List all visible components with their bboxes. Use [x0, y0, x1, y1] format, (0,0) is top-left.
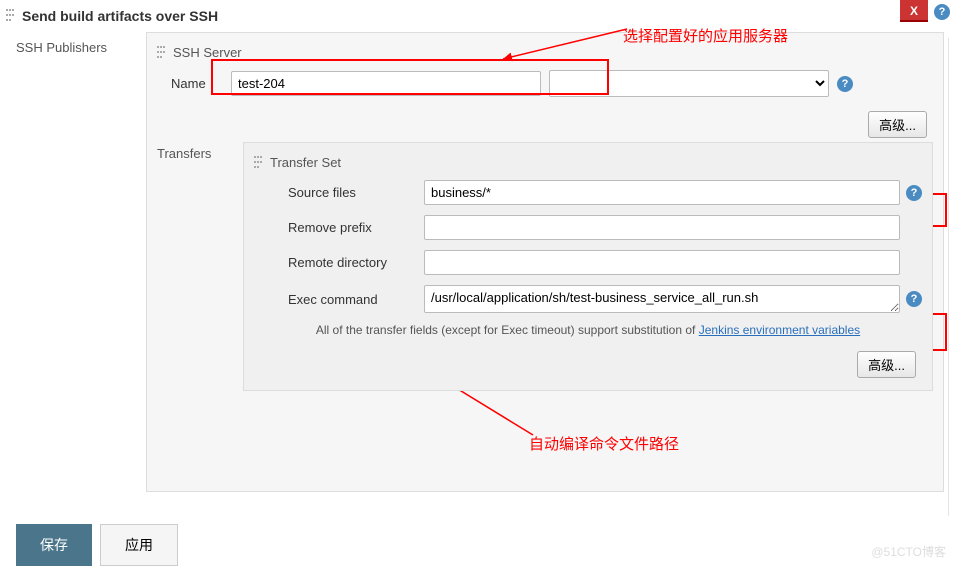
remote-dir-input[interactable]	[424, 250, 900, 275]
remote-dir-label: Remote directory	[288, 255, 414, 270]
annotation-3: 自动编译命令文件路径	[529, 433, 679, 454]
source-files-label: Source files	[288, 185, 414, 200]
ssh-publishers-label: SSH Publishers	[16, 40, 132, 55]
right-border	[948, 38, 954, 516]
help-icon-exec[interactable]: ?	[906, 291, 922, 307]
transfer-note: All of the transfer fields (except for E…	[254, 323, 922, 337]
server-name-input[interactable]	[231, 71, 541, 96]
watermark: @51CTO博客	[871, 543, 946, 560]
help-icon-name[interactable]: ?	[837, 76, 853, 92]
env-vars-link[interactable]: Jenkins environment variables	[699, 323, 860, 337]
server-name-select[interactable]	[549, 70, 829, 97]
remove-prefix-input[interactable]	[424, 215, 900, 240]
transfer-set-legend: Transfer Set	[270, 155, 341, 170]
source-files-input[interactable]	[424, 180, 900, 205]
drag-handle-icon	[6, 9, 16, 23]
section-title: Send build artifacts over SSH	[22, 8, 218, 24]
ssh-server-legend: SSH Server	[173, 45, 242, 60]
transfer-advanced-button[interactable]: 高级...	[857, 351, 916, 378]
apply-button[interactable]: 应用	[100, 524, 178, 566]
close-button[interactable]: X	[900, 0, 928, 22]
exec-cmd-label: Exec command	[288, 292, 414, 307]
remove-prefix-label: Remove prefix	[288, 220, 414, 235]
ssh-advanced-button[interactable]: 高级...	[868, 111, 927, 138]
transfers-label: Transfers	[157, 142, 231, 391]
exec-cmd-textarea[interactable]	[424, 285, 900, 313]
help-icon-source[interactable]: ?	[906, 185, 922, 201]
name-label: Name	[171, 76, 219, 91]
help-icon-top[interactable]: ?	[934, 4, 950, 20]
drag-handle-icon	[254, 156, 264, 170]
save-button[interactable]: 保存	[16, 524, 92, 566]
drag-handle-icon	[157, 46, 167, 60]
